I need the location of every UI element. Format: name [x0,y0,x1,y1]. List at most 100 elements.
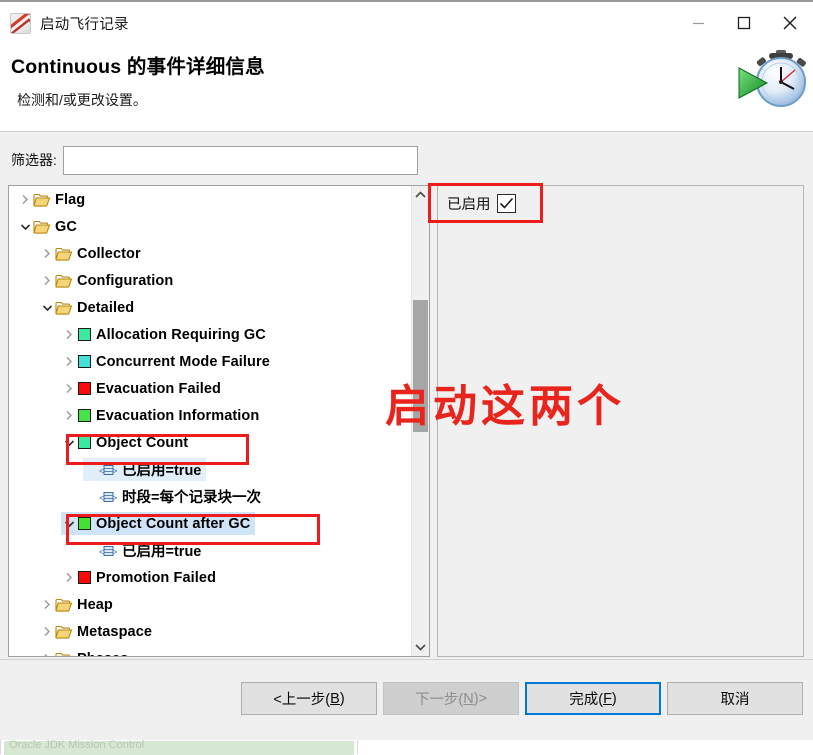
filter-input[interactable] [62,145,418,175]
tree-row[interactable]: Detailed [9,294,410,321]
minimize-icon[interactable] [675,2,721,44]
window-title: 启动飞行记录 [40,16,129,33]
chevron-right-icon[interactable] [39,624,55,640]
tree-row-label: Evacuation Information [96,407,260,424]
chevron-right-icon[interactable] [39,246,55,262]
chevron-right-icon[interactable] [61,354,77,370]
chevron-right-icon[interactable] [61,408,77,424]
chevron-right-icon[interactable] [39,651,55,656]
tree-row[interactable]: Allocation Requiring GC [9,321,410,348]
svg-text:>: > [112,467,117,477]
chevron-right-icon[interactable] [61,381,77,397]
tree-row[interactable]: Configuration [9,267,410,294]
cancel-button[interactable]: 取消 [667,682,803,715]
event-tree-panel: Flag GC Collector Configuration Detailed Allo… [8,185,430,657]
tree-row[interactable]: Collector [9,240,410,267]
tree-row[interactable]: Evacuation Failed [9,375,410,402]
event-color-swatch [78,409,91,422]
event-color-swatch [78,571,91,584]
chevron-right-icon[interactable] [61,327,77,343]
attribute-icon: < > [99,544,118,558]
folder-icon [55,247,73,261]
maximize-icon[interactable] [721,2,767,44]
page-subtitle: 检测和/或更改设置。 [17,92,147,108]
scrollbar-thumb[interactable] [413,300,428,432]
tree-row[interactable]: Evacuation Information [9,402,410,429]
tree-row-label: Promotion Failed [96,569,217,586]
check-icon [499,197,513,209]
title-bar: 启动飞行记录 [0,2,813,44]
next-button-key: N [463,690,474,707]
enabled-label: 已启用 [447,197,491,213]
background-window-title: Oracle JDK Mission Control [9,739,145,751]
event-tree[interactable]: Flag GC Collector Configuration Detailed Allo… [9,186,410,656]
back-button-key: B [330,690,340,707]
chevron-down-icon[interactable] [17,219,33,235]
enabled-setting-row[interactable]: 已启用 [447,193,516,214]
event-color-swatch [78,328,91,341]
back-button-post: ) [339,690,345,707]
start-flight-recording-dialog: 启动飞行记录 Continuous 的事件详细信息 检测和/或更改设置。 筛选器… [0,0,813,740]
next-button-pre: 下一步( [414,692,464,708]
next-button-post: )> [473,690,488,707]
window-controls [675,2,813,44]
tree-row[interactable]: Metaspace [9,618,410,645]
tree-row-label: Flag [55,191,86,208]
attribute-icon: < > [99,463,118,477]
tree-row-label: Object Count [96,434,189,451]
tree-vertical-scrollbar[interactable] [411,186,429,656]
close-icon[interactable] [767,2,813,44]
button-row: <上一步(B) 下一步(N)> 完成(F) 取消 [241,682,803,715]
tree-row-label: Metaspace [77,623,153,640]
tree-row[interactable]: Phases [9,645,410,656]
tree-row-label: 已启用=true [122,463,202,479]
tree-row[interactable]: < > 时段=每个记录块一次 [9,483,410,510]
chevron-up-icon[interactable] [412,186,429,204]
cancel-button-label: 取消 [720,692,750,708]
finish-button-pre: 完成( [569,692,604,708]
tree-row[interactable]: Concurrent Mode Failure [9,348,410,375]
event-color-swatch [78,382,91,395]
chevron-down-icon[interactable] [412,638,429,656]
folder-icon [55,652,73,656]
finish-button-key: F [603,690,612,707]
chevron-right-icon[interactable] [61,570,77,586]
tree-row[interactable]: Heap [9,591,410,618]
folder-icon [55,274,73,288]
tree-row[interactable]: Flag [9,186,410,213]
chevron-down-icon[interactable] [39,300,55,316]
tree-row-label: GC [55,218,77,235]
folder-icon [33,193,51,207]
chevron-down-icon[interactable] [61,435,77,451]
stopwatch-play-icon [731,44,811,114]
event-detail-panel: 已启用 [437,185,804,657]
chevron-right-icon[interactable] [39,597,55,613]
tree-row-label: Heap [77,596,113,613]
tree-row[interactable]: Object Count [9,429,410,456]
chevron-down-icon[interactable] [61,516,77,532]
tree-row[interactable]: < > 已启用=true [9,537,410,564]
enabled-checkbox[interactable] [496,194,516,213]
tree-row-label: 时段=每个记录块一次 [122,490,261,506]
next-button[interactable]: 下一步(N)> [383,682,519,715]
tree-row-label: Phases [77,651,128,657]
tree-row-label: Concurrent Mode Failure [96,353,270,370]
page-title: Continuous 的事件详细信息 [11,56,265,78]
tree-row[interactable]: Object Count after GC [9,510,410,537]
folder-icon [55,625,73,639]
chevron-right-icon[interactable] [39,273,55,289]
event-color-swatch [78,355,91,368]
chevron-right-icon[interactable] [17,192,33,208]
tree-row[interactable]: GC [9,213,410,240]
svg-text:>: > [112,494,117,504]
tree-row[interactable]: Promotion Failed [9,564,410,591]
wizard-body: 筛选器: Flag GC Collector Configuration Detaile… [0,132,813,659]
back-button[interactable]: <上一步(B) [241,682,377,715]
tree-row[interactable]: < > 已启用=true [9,456,410,483]
finish-button[interactable]: 完成(F) [525,682,661,715]
tree-row-label: 已启用=true [122,544,202,560]
wizard-header: Continuous 的事件详细信息 检测和/或更改设置。 [0,44,813,132]
svg-text:>: > [112,548,117,558]
